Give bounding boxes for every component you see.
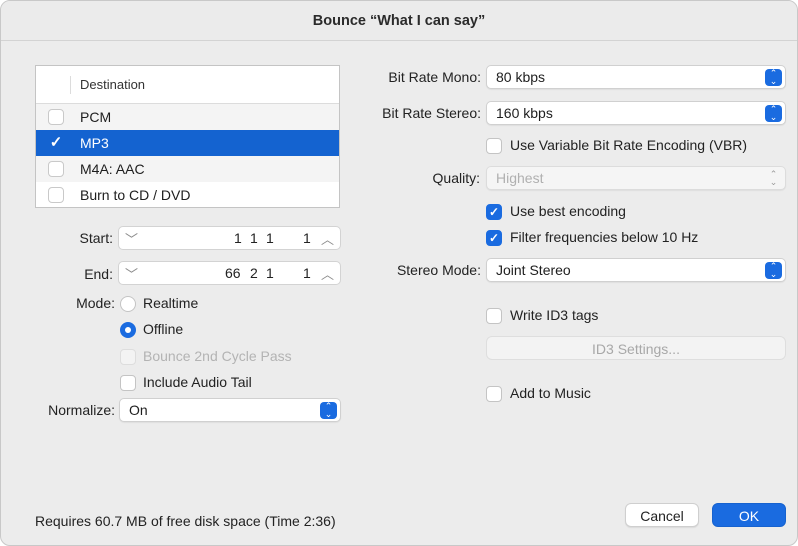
best-encoding-checkbox[interactable]: ✓: [486, 204, 502, 220]
destination-table: Destination PCM ✓ MP3 M4A: AAC Burn to C…: [35, 65, 340, 208]
id3-settings-button[interactable]: ID3 Settings...: [486, 336, 786, 360]
destination-label: MP3: [80, 135, 109, 151]
chevron-updown-icon: ⌃ ⌄: [320, 402, 337, 419]
stereo-mode-value: Joint Stereo: [496, 262, 571, 278]
destination-header-label: Destination: [80, 77, 146, 92]
cancel-button[interactable]: Cancel: [625, 503, 699, 527]
pcm-checkbox[interactable]: [48, 109, 64, 125]
stereo-mode-popup[interactable]: Joint Stereo ⌃ ⌄: [486, 258, 786, 282]
start-division[interactable]: 1: [266, 230, 274, 246]
write-id3-label: Write ID3 tags: [510, 307, 599, 323]
bit-rate-mono-popup[interactable]: 80 kbps ⌃ ⌄: [486, 65, 786, 89]
disk-space-status: Requires 60.7 MB of free disk space (Tim…: [35, 513, 336, 529]
end-label: End:: [84, 266, 113, 282]
checkmark-icon: ✓: [488, 205, 500, 219]
bit-rate-stereo-value: 160 kbps: [496, 105, 553, 121]
destination-header: Destination: [36, 66, 339, 104]
end-position-field[interactable]: ﹀ 66 2 1 1 ︿: [118, 261, 341, 285]
checkmark-icon: ✓: [488, 231, 500, 245]
add-to-music-checkbox[interactable]: [486, 386, 502, 402]
chevron-down-icon[interactable]: ﹀: [125, 229, 138, 248]
end-tick[interactable]: 1: [303, 265, 311, 281]
filter-frequencies-label: Filter frequencies below 10 Hz: [510, 229, 699, 245]
bit-rate-stereo-label: Bit Rate Stereo:: [382, 105, 481, 121]
destination-row-burn[interactable]: Burn to CD / DVD: [36, 182, 339, 208]
destination-row-m4a[interactable]: M4A: AAC: [36, 156, 339, 182]
include-audio-tail-label: Include Audio Tail: [143, 374, 252, 390]
chevron-up-icon[interactable]: ︿: [321, 264, 334, 283]
start-bar[interactable]: 1: [234, 230, 242, 246]
dialog-title: Bounce “What I can say”: [1, 1, 797, 41]
bit-rate-mono-label: Bit Rate Mono:: [388, 69, 481, 85]
chevron-updown-icon: ⌃ ⌄: [765, 262, 782, 279]
quality-popup[interactable]: Highest ⌃ ⌄: [486, 166, 786, 190]
chevron-updown-icon: ⌃ ⌄: [765, 105, 782, 122]
mode-label: Mode:: [76, 295, 115, 311]
destination-label: Burn to CD / DVD: [80, 187, 191, 203]
chevron-up-icon[interactable]: ︿: [321, 229, 334, 248]
mp3-checkbox[interactable]: ✓: [48, 135, 64, 151]
include-audio-tail-checkbox[interactable]: [120, 375, 136, 391]
normalize-label: Normalize:: [48, 402, 115, 418]
start-position-field[interactable]: ﹀ 1 1 1 1 ︿: [118, 226, 341, 250]
offline-radio[interactable]: [120, 322, 136, 338]
normalize-popup[interactable]: On ⌃ ⌄: [119, 398, 341, 422]
quality-value: Highest: [496, 170, 544, 186]
end-division[interactable]: 1: [266, 265, 274, 281]
offline-label: Offline: [143, 321, 184, 337]
end-bar[interactable]: 66: [225, 265, 241, 281]
destination-label: M4A: AAC: [80, 161, 145, 177]
best-encoding-label: Use best encoding: [510, 203, 626, 219]
write-id3-checkbox[interactable]: [486, 308, 502, 324]
realtime-radio[interactable]: [120, 296, 136, 312]
ok-button[interactable]: OK: [712, 503, 786, 527]
stereo-mode-label: Stereo Mode:: [396, 262, 481, 278]
m4a-checkbox[interactable]: [48, 161, 64, 177]
chevron-down-icon[interactable]: ﹀: [125, 264, 138, 283]
bit-rate-stereo-popup[interactable]: 160 kbps ⌃ ⌄: [486, 101, 786, 125]
column-divider: [70, 76, 71, 94]
add-to-music-label: Add to Music: [510, 385, 591, 401]
start-beat[interactable]: 1: [250, 230, 258, 246]
chevron-updown-icon: ⌃ ⌄: [769, 169, 778, 187]
bounce-2nd-cycle-label: Bounce 2nd Cycle Pass: [143, 348, 292, 364]
checkmark-icon: ✓: [49, 134, 63, 151]
bounce-dialog: Bounce “What I can say” Destination PCM …: [0, 0, 798, 546]
destination-label: PCM: [80, 109, 112, 125]
destination-row-pcm[interactable]: PCM: [36, 104, 339, 130]
end-beat[interactable]: 2: [250, 265, 258, 281]
quality-label: Quality:: [432, 170, 480, 186]
vbr-label: Use Variable Bit Rate Encoding (VBR): [510, 137, 748, 153]
realtime-label: Realtime: [143, 295, 199, 311]
chevron-updown-icon: ⌃ ⌄: [765, 69, 782, 86]
bounce-2nd-cycle-checkbox[interactable]: [120, 349, 136, 365]
bit-rate-mono-value: 80 kbps: [496, 69, 546, 85]
burn-checkbox[interactable]: [48, 187, 64, 203]
vbr-checkbox[interactable]: [486, 138, 502, 154]
filter-frequencies-checkbox[interactable]: ✓: [486, 230, 502, 246]
start-label: Start:: [79, 230, 113, 246]
normalize-value: On: [129, 402, 148, 418]
start-tick[interactable]: 1: [303, 230, 311, 246]
destination-row-mp3[interactable]: ✓ MP3: [36, 130, 339, 156]
